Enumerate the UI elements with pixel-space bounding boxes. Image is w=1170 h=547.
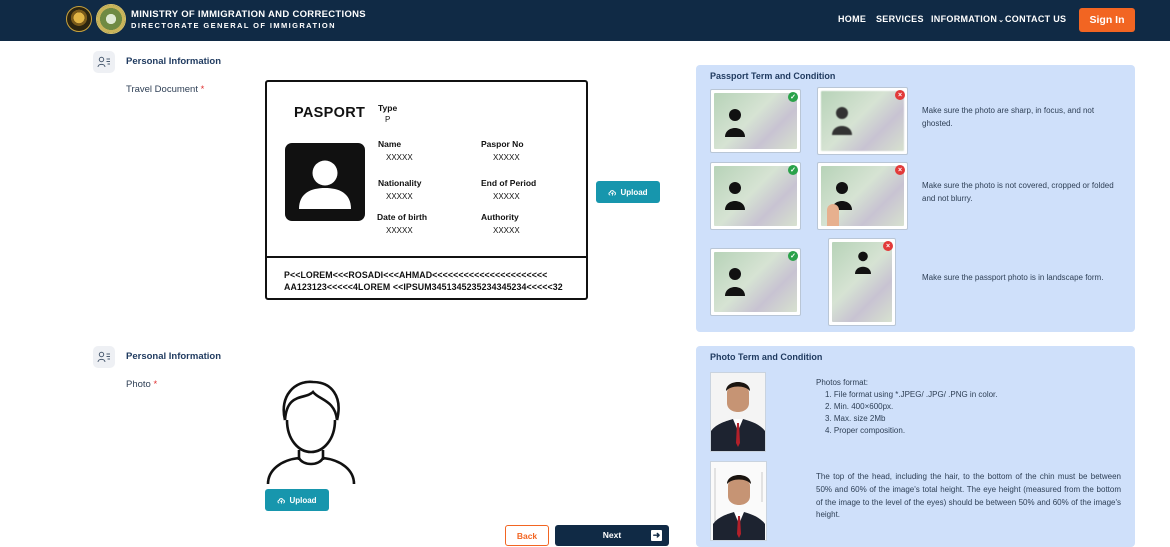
nav-contact-us[interactable]: CONTACT US <box>1005 14 1066 24</box>
chevron-down-icon: ⌄ <box>998 17 1005 24</box>
dob-value: XXXXX <box>386 226 413 235</box>
logos <box>66 4 126 34</box>
passport-no-value: XXXXX <box>493 153 520 162</box>
mrz-line-2: AA123123<<<<<4LOREM <<IPSUM3451345235234… <box>284 282 563 292</box>
passport-photo-placeholder <box>285 143 365 221</box>
authority-label: Authority <box>481 212 519 222</box>
travel-document-label-text: Travel Document <box>126 84 198 95</box>
ministry-logo <box>66 6 92 32</box>
example-passport-bad-3: × <box>828 238 896 326</box>
brand-title-line1: MINISTRY OF IMMIGRATION AND CORRECTIONS <box>131 9 366 20</box>
cloud-upload-icon <box>608 189 617 196</box>
section-title-personal-info: Personal Information <box>126 56 222 67</box>
photo-label-text: Photo <box>126 379 151 390</box>
nav-services[interactable]: SERVICES <box>876 14 924 24</box>
check-icon: ✓ <box>788 251 798 261</box>
example-passport-bad-2: × <box>817 162 908 230</box>
x-icon: × <box>895 165 905 175</box>
cloud-upload-icon <box>277 497 286 504</box>
name-value: XXXXX <box>386 153 413 162</box>
type-value: P <box>385 115 391 124</box>
dob-label: Date of birth <box>377 212 428 222</box>
nav-home[interactable]: HOME <box>838 14 866 24</box>
nationality-label: Nationality <box>378 178 422 188</box>
example-photo-2 <box>710 461 767 541</box>
back-button[interactable]: Back <box>505 525 549 546</box>
photo-label: Photo * <box>126 379 157 390</box>
end-period-label: End of Period <box>481 178 537 188</box>
brand-title: MINISTRY OF IMMIGRATION AND CORRECTIONS … <box>131 9 366 31</box>
passport-data-page: PASPORT Type P Name XXXXX Paspor No XXXX… <box>267 82 586 258</box>
arrow-right-icon: ➜ <box>651 530 662 541</box>
name-label: Name <box>378 139 402 149</box>
x-icon: × <box>895 90 905 100</box>
photo-format-item: 4. Proper composition. <box>825 426 906 435</box>
nav-information-label: INFORMATION <box>931 14 998 24</box>
passport-rule-2: Make sure the photo is not covered, crop… <box>922 181 1114 203</box>
check-icon: ✓ <box>788 92 798 102</box>
nav-information[interactable]: INFORMATION⌄ <box>931 14 1004 24</box>
person-outline-icon <box>266 380 356 485</box>
travel-document-label: Travel Document * <box>126 84 204 95</box>
photo-format-item: 3. Max. size 2Mb <box>825 414 886 423</box>
upload-photo-label: Upload <box>289 495 317 505</box>
photo-format-item: 2. Min. 400×600px. <box>825 402 894 411</box>
example-passport-good-3: ✓ <box>710 248 801 316</box>
example-passport-good-2: ✓ <box>710 162 801 230</box>
passport-terms-title: Passport Term and Condition <box>710 71 836 81</box>
photo-format-heading: Photos format: <box>816 378 869 387</box>
nationality-value: XXXXX <box>386 192 413 201</box>
example-photo-1 <box>710 372 766 452</box>
required-mark: * <box>153 379 158 390</box>
upload-passport-button[interactable]: Upload <box>596 181 660 203</box>
example-passport-good-1: ✓ <box>710 89 801 153</box>
immigration-logo <box>96 4 126 34</box>
top-navbar: MINISTRY OF IMMIGRATION AND CORRECTIONS … <box>0 0 1170 41</box>
mrz-line-1: P<<LOREM<<<ROSADI<<<AHMAD<<<<<<<<<<<<<<<… <box>284 270 548 280</box>
finger-covering <box>827 204 839 226</box>
photo-height-rule: The top of the head, including the hair,… <box>816 472 1121 520</box>
photo-format-item: 1. File format using *.JPEG/ .JPG/ .PNG … <box>825 390 998 399</box>
upload-passport-label: Upload <box>620 187 648 197</box>
x-icon: × <box>883 241 893 251</box>
photo-terms-panel: Photo Term and Condition Photos format: … <box>696 346 1135 547</box>
user-list-icon <box>93 346 115 368</box>
sign-in-button[interactable]: Sign In <box>1079 8 1135 32</box>
photo-terms-title: Photo Term and Condition <box>710 352 823 362</box>
example-passport-bad-1: × <box>817 87 908 155</box>
upload-photo-button[interactable]: Upload <box>265 489 329 511</box>
passport-no-label: Paspor No <box>481 139 524 149</box>
passport-rule-3: Make sure the passport photo is in lands… <box>922 273 1104 282</box>
brand-title-line2: DIRECTORATE GENERAL OF IMMIGRATION <box>131 21 336 30</box>
authority-value: XXXXX <box>493 226 520 235</box>
user-silhouette-icon <box>299 160 351 209</box>
passport-terms-panel: Passport Term and Condition ✓ × Make sur… <box>696 65 1135 332</box>
passport-rule-1: Make sure the photo are sharp, in focus,… <box>922 106 1095 128</box>
type-label: Type <box>378 103 398 113</box>
check-icon: ✓ <box>788 165 798 175</box>
end-period-value: XXXXX <box>493 192 520 201</box>
passport-template: PASPORT Type P Name XXXXX Paspor No XXXX… <box>265 80 588 300</box>
next-button[interactable]: Next ➜ <box>555 525 669 546</box>
photo-format-list: Photos format: 1. File format using *.JP… <box>816 377 1056 437</box>
user-list-icon <box>93 51 115 73</box>
required-mark: * <box>200 84 205 95</box>
passport-title: PASPORT <box>294 105 366 121</box>
section-title-personal-info-2: Personal Information <box>126 351 222 362</box>
